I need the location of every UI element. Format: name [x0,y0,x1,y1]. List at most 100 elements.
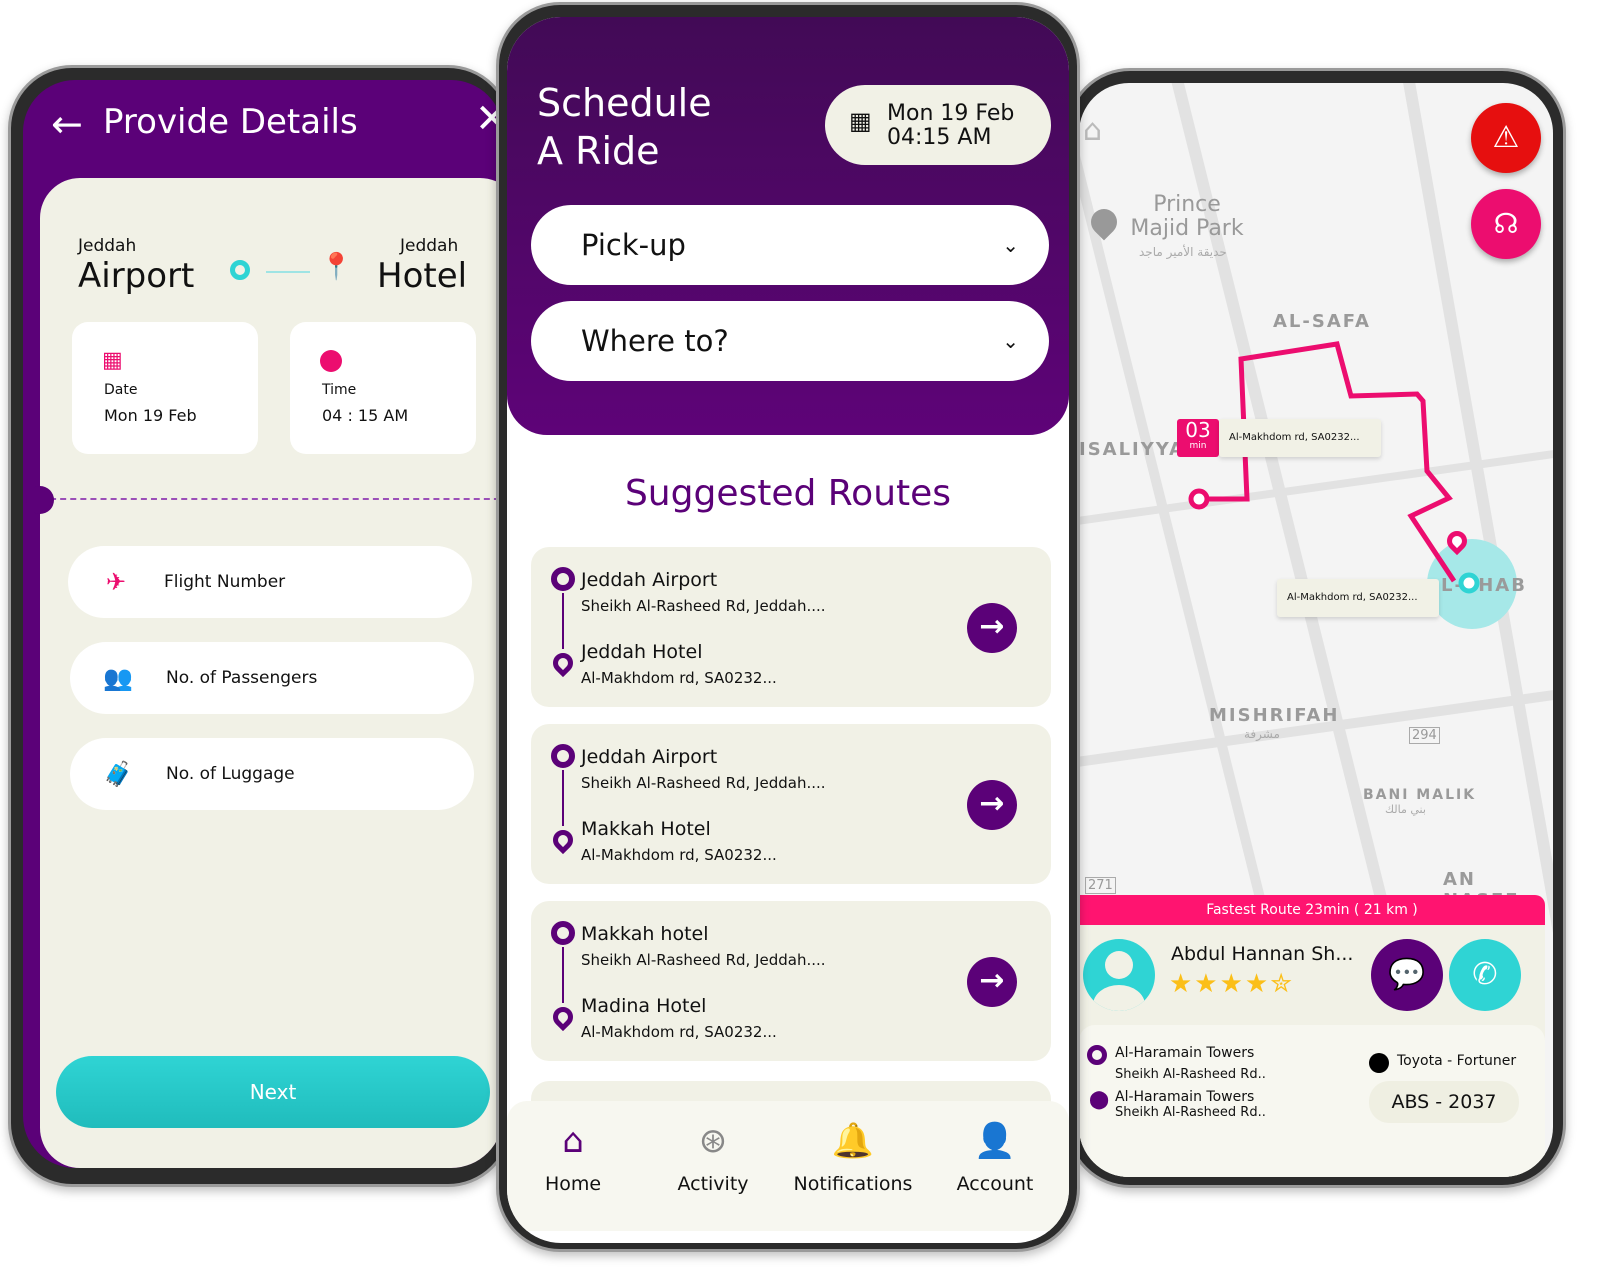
next-button[interactable]: Next [56,1056,490,1128]
tab-account[interactable]: 👤 Account [925,1121,1065,1195]
route-card[interactable]: Makkah hotel Sheikh Al-Rasheed Rd, Jedda… [531,901,1051,1061]
date-label: Date [104,382,138,398]
car-color-dot [1369,1053,1389,1073]
bell-icon: 🔔 [831,1121,875,1161]
field-label: No. of Luggage [166,764,295,784]
origin-marker [1188,488,1210,510]
tab-notifications[interactable]: 🔔 Notifications [783,1121,923,1195]
provide-details-screen: ← Provide Details ✕ Jeddah Airport Jedda… [23,80,503,1168]
suggested-routes-title: Suggested Routes [624,473,952,514]
sos-alert-button[interactable]: ⚠ [1471,103,1541,173]
arrow-right-button[interactable]: → [967,780,1017,830]
map-screen: ⌂ Prince Majid Park حديقة الأمير ماجد AL… [1079,83,1553,1177]
route-from: Jeddah Airport [581,746,718,768]
route-to: Jeddah Hotel [581,641,703,663]
chat-button[interactable]: 💬 [1371,939,1443,1011]
phone-schedule-ride: Schedule A Ride ▦ Mon 19 Feb 04:15 AM Pi… [496,2,1080,1252]
phone-map-tracking: ⌂ Prince Majid Park حديقة الأمير ماجد AL… [1066,68,1566,1188]
user-icon: 👤 [973,1121,1017,1161]
route-from: Jeddah Airport [581,569,718,591]
from-place: Airport [78,256,195,296]
route-card[interactable]: Jeddah Airport Sheikh Al-Rasheed Rd, Jed… [531,724,1051,884]
wheel-icon: ⊛ [698,1121,728,1161]
origin-dot-icon [230,260,250,280]
schedule-screen: Schedule A Ride ▦ Mon 19 Feb 04:15 AM Pi… [507,17,1069,1243]
whereto-dropdown[interactable]: Where to? ⌄ [531,301,1049,381]
back-arrow-icon[interactable]: ← [51,102,83,146]
to-city: Jeddah [400,236,459,256]
to-place: Hotel [377,256,468,296]
divider-notch [26,486,54,514]
route-from: Makkah hotel [581,923,709,945]
field-label: No. of Passengers [166,668,318,688]
drop-name: Al-Haramain Towers [1115,1089,1255,1105]
pickup-dropdown[interactable]: Pick-up ⌄ [531,205,1049,285]
route-to: Makkah Hotel [581,818,711,840]
route-connector [562,593,564,649]
passengers-field[interactable]: 👥 No. of Passengers [70,642,474,714]
call-button[interactable]: ✆ [1449,939,1521,1011]
route-card[interactable]: Jeddah Airport Sheikh Al-Rasheed Rd, Jed… [531,547,1051,707]
route-from-address: Sheikh Al-Rasheed Rd, Jeddah.... [581,951,826,969]
drop-pin-icon: ⬤ [1089,1089,1110,1110]
clock-icon [320,350,342,372]
schedule-header: Schedule A Ride ▦ Mon 19 Feb 04:15 AM Pi… [507,17,1069,435]
route-to-address: Al-Makhdom rd, SA0232... [581,846,777,864]
driver-name: Abdul Hannan Sh... [1171,943,1354,965]
support-agent-button[interactable]: ☊ [1471,189,1541,259]
flight-number-field[interactable]: ✈ Flight Number [68,546,472,618]
date-value: Mon 19 Feb [104,406,197,425]
pickup-address: Sheikh Al-Rasheed Rd.. [1115,1067,1266,1082]
time-box[interactable]: Time 04 : 15 AM [290,322,476,454]
arrow-right-button[interactable]: → [967,957,1017,1007]
half-star-icon: ✮ [1270,969,1295,999]
origin-dot-icon [551,567,575,591]
route-to-address: Al-Makhdom rd, SA0232... [581,1023,777,1041]
tab-label: Activity [677,1173,749,1195]
fastest-route-banner: Fastest Route 23min ( 21 km ) [1079,895,1545,925]
car-marker [1458,572,1480,594]
drop-address: Sheikh Al-Rasheed Rd.. [1115,1105,1266,1120]
dashed-divider [40,498,503,500]
route-connector [562,947,564,1003]
car-model: Toyota - Fortuner [1397,1053,1517,1069]
driver-avatar [1083,939,1155,1011]
calendar-icon: ▦ [849,107,872,135]
eta-badge: 03 min [1177,419,1219,457]
date-box[interactable]: ▦ Date Mon 19 Feb [72,322,258,454]
whereto-label: Where to? [581,324,729,358]
tab-label: Notifications [793,1173,913,1195]
eta-unit: min [1189,441,1207,451]
plate-number: ABS - 2037 [1369,1081,1519,1123]
route-from-address: Sheikh Al-Rasheed Rd, Jeddah.... [581,597,826,615]
arrow-right-button[interactable]: → [967,603,1017,653]
tab-label: Account [956,1173,1034,1195]
tab-home[interactable]: ⌂ Home [507,1121,643,1195]
pickup-name: Al-Haramain Towers [1115,1045,1255,1061]
title-line-2: A Ride [537,129,660,173]
airplane-icon: ✈ [105,568,127,596]
eta-value: 03 [1185,418,1211,442]
datetime-chip[interactable]: ▦ Mon 19 Feb 04:15 AM [825,85,1051,165]
page-title: Provide Details [103,102,358,142]
from-city: Jeddah [78,236,137,256]
phone-provide-details: ← Provide Details ✕ Jeddah Airport Jedda… [8,65,512,1187]
route-connector [562,770,564,826]
home-icon: ⌂ [562,1121,584,1161]
details-card: Jeddah Airport Jeddah Hotel 📍 ▦ Date Mon… [26,178,503,1168]
route-from-address: Sheikh Al-Rasheed Rd, Jeddah.... [581,774,826,792]
origin-dot-icon [551,744,575,768]
tab-activity[interactable]: ⊛ Activity [643,1121,783,1195]
pickup-label: Pick-up [581,228,686,262]
address-callout: Al-Makhdom rd, SA0232... [1277,579,1439,617]
time-value: 04 : 15 AM [322,406,409,425]
field-label: Flight Number [164,572,286,592]
destination-pin-icon: 📍 [320,252,353,282]
calendar-icon: ▦ [102,348,123,373]
driver-rating-stars: ★★★★✮ [1169,969,1295,999]
chevron-down-icon: ⌄ [1002,233,1019,257]
chevron-down-icon: ⌄ [1002,329,1019,353]
destination-pin-icon [548,648,578,678]
time-label: Time [322,382,357,398]
luggage-field[interactable]: 🧳 No. of Luggage [70,738,474,810]
